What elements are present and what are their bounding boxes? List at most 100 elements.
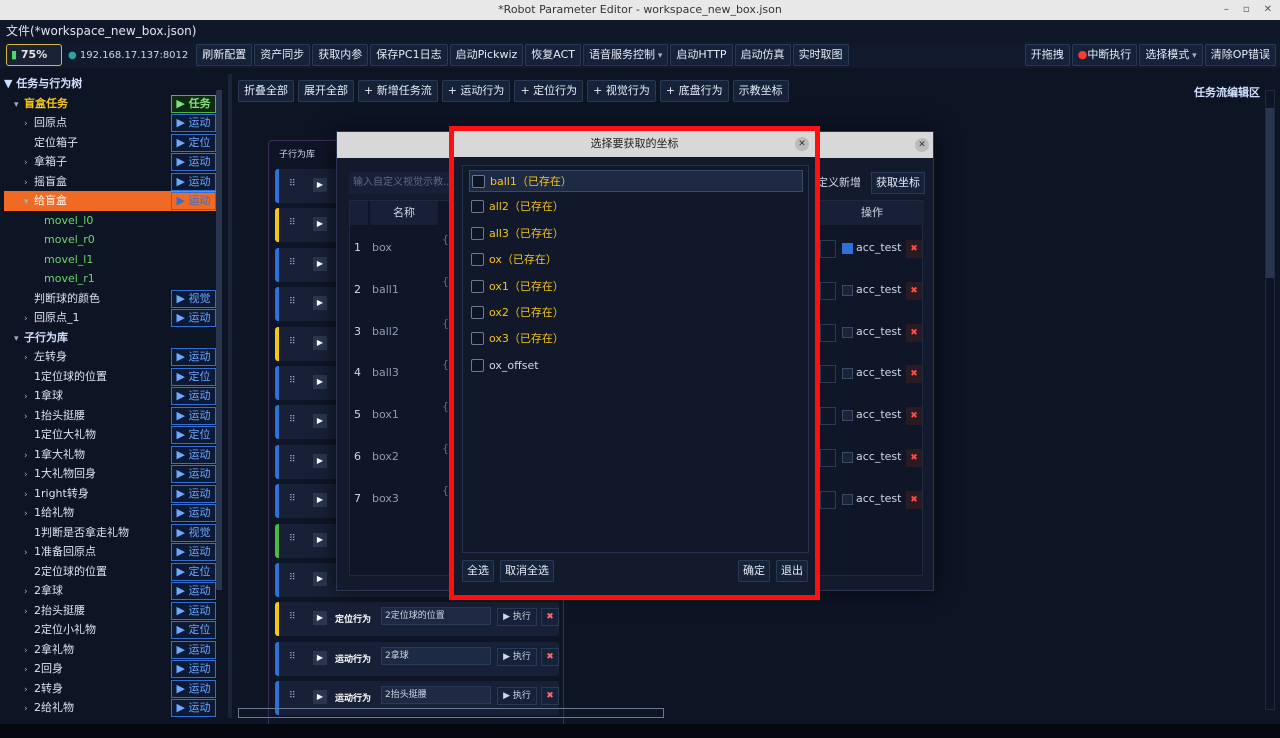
sub-behavior-card[interactable]: ⠿ ▶ 运动行为 2拿球 ▶ 执行 ✖ (275, 641, 559, 676)
deselect-all-button[interactable]: 取消全选 (500, 560, 554, 582)
play-icon[interactable]: ▶ (313, 256, 327, 271)
modal-close-icon[interactable]: ✕ (795, 137, 809, 151)
tree-item[interactable]: 2定位小礼物 ▶ 定位 (4, 620, 216, 640)
row-delete-icon[interactable]: ✖ (906, 365, 922, 384)
tree-item-run-tag[interactable]: ▶ 定位 (171, 133, 216, 152)
save-pc1-log-button[interactable]: 保存PC1日志 (370, 44, 448, 66)
coord-option-checkbox[interactable] (472, 175, 485, 188)
row-op-segment[interactable] (820, 281, 836, 300)
flow-hscroll[interactable] (238, 708, 664, 718)
tree-item-run-tag[interactable]: ▶ 运动 (171, 582, 216, 600)
tree-item[interactable]: › 2回身 ▶ 运动 (4, 659, 216, 679)
tree-item-run-tag[interactable]: ▶ 运动 (171, 406, 216, 425)
play-icon[interactable]: ▶ (313, 296, 327, 311)
start-pickwiz-button[interactable]: 启动Pickwiz (449, 44, 524, 66)
tree-item-run-tag[interactable]: ▶ 运动 (171, 172, 216, 191)
exec-button[interactable]: ▶ 执行 (497, 687, 537, 706)
drag-handle-icon[interactable]: ⠿ (289, 652, 296, 662)
add-locate-button[interactable]: + 定位行为 (514, 80, 584, 102)
tree-item-run-tag[interactable]: ▶ 运动 (171, 114, 216, 132)
coord-option[interactable]: ball1（已存在） (469, 170, 803, 192)
tree-item[interactable]: movel_r1 (4, 269, 216, 289)
tree-item[interactable]: ▾ 盲盒任务 ▶ 任务 (4, 94, 216, 114)
coord-option-checkbox[interactable] (471, 279, 484, 293)
play-icon[interactable]: ▶ (313, 178, 327, 192)
add-chassis-button[interactable]: + 底盘行为 (659, 80, 729, 102)
tree-item-run-tag[interactable]: ▶ 运动 (171, 504, 216, 522)
drag-handle-icon[interactable]: ⠿ (289, 455, 296, 465)
custom-teach-input[interactable]: 输入自定义视觉示教... (349, 172, 453, 194)
delete-icon[interactable]: ✖ (541, 608, 559, 627)
tree-item[interactable]: › 1大礼物回身 ▶ 运动 (4, 464, 216, 484)
tree-item[interactable]: 2定位球的位置 ▶ 定位 (4, 562, 216, 582)
tree-item-run-tag[interactable]: ▶ 运动 (171, 465, 216, 483)
minimize-button[interactable]: – (1224, 0, 1229, 20)
behavior-name-field[interactable]: 2拿球 (381, 646, 491, 665)
drag-handle-icon[interactable]: ⠿ (289, 534, 296, 544)
tree-item-run-tag[interactable]: ▶ 定位 (171, 426, 216, 444)
coord-option[interactable]: ox（已存在） (469, 249, 803, 271)
tree-item[interactable]: › 1准备回原点 ▶ 运动 (4, 542, 216, 562)
file-menu[interactable]: 文件(*workspace_new_box.json) (6, 24, 196, 38)
row-delete-icon[interactable]: ✖ (906, 490, 922, 509)
tree-item[interactable]: › 左转身 ▶ 运动 (4, 347, 216, 367)
exec-button[interactable]: ▶ 执行 (497, 647, 537, 666)
row-checkbox[interactable] (842, 452, 853, 463)
tree-item[interactable]: › 1拿大礼物 ▶ 运动 (4, 445, 216, 465)
tree-item-run-tag[interactable]: ▶ 运动 (171, 445, 216, 464)
tree-item[interactable]: › 1抬头挺腰 ▶ 运动 (4, 406, 216, 426)
teach-dialog-close-icon[interactable]: ✕ (915, 138, 929, 152)
tree-item[interactable]: › 1给礼物 ▶ 运动 (4, 503, 216, 523)
drag-handle-icon[interactable]: ⠿ (289, 691, 296, 701)
get-intrinsics-button[interactable]: 获取内参 (312, 44, 369, 66)
tree-item-run-tag[interactable]: ▶ 任务 (171, 94, 216, 113)
tree-item[interactable]: movel_r0 (4, 230, 216, 250)
live-capture-button[interactable]: 实时取图 (792, 44, 849, 66)
delete-icon[interactable]: ✖ (541, 687, 559, 706)
coord-option[interactable]: ox_offset (469, 355, 803, 377)
row-delete-icon[interactable]: ✖ (906, 281, 922, 300)
coord-option[interactable]: ox1（已存在） (469, 276, 803, 298)
add-task-flow-button[interactable]: + 新增任务流 (358, 80, 438, 102)
coord-option-checkbox[interactable] (471, 358, 484, 372)
tree-item-run-tag[interactable]: ▶ 运动 (171, 601, 216, 620)
tree-item[interactable]: ▾ 子行为库 (4, 328, 216, 348)
tree-item-run-tag[interactable]: ▶ 运动 (171, 192, 216, 210)
restore-act-button[interactable]: 恢复ACT (525, 44, 582, 66)
tree-item[interactable]: › 摇盲盒 ▶ 运动 (4, 172, 216, 192)
row-delete-icon[interactable]: ✖ (906, 407, 922, 426)
tree-item[interactable]: › 1拿球 ▶ 运动 (4, 386, 216, 406)
coord-option[interactable]: all2（已存在） (469, 196, 803, 218)
row-checkbox[interactable] (842, 493, 853, 505)
tree-splitter[interactable] (228, 74, 232, 718)
add-vision-button[interactable]: + 视觉行为 (587, 80, 656, 102)
tree-item[interactable]: 判断球的颜色 ▶ 视觉 (4, 289, 216, 309)
asset-sync-button[interactable]: 资产同步 (254, 44, 311, 66)
row-op-segment[interactable] (820, 240, 836, 258)
delete-icon[interactable]: ✖ (541, 647, 559, 666)
row-checkbox[interactable] (842, 326, 853, 338)
coord-option-checkbox[interactable] (471, 306, 484, 319)
tree-expander-icon[interactable]: › (24, 700, 34, 718)
play-icon[interactable]: ▶ (313, 493, 327, 508)
get-coord-button[interactable]: 获取坐标 (871, 172, 925, 194)
start-sim-button[interactable]: 启动仿真 (734, 44, 791, 66)
tree-item-run-tag[interactable]: ▶ 运动 (171, 348, 216, 366)
confirm-button[interactable]: 确定 (738, 560, 770, 582)
tree-header[interactable]: ▼ 任务与行为树 (4, 74, 216, 94)
drag-handle-icon[interactable]: ⠿ (289, 415, 296, 425)
behavior-name-field[interactable]: 2定位球的位置 (381, 607, 491, 626)
play-icon[interactable]: ▶ (313, 375, 327, 389)
clear-op-error-button[interactable]: 清除OP错误 (1204, 44, 1276, 66)
row-checkbox[interactable] (842, 368, 853, 380)
drag-handle-icon[interactable]: ⠿ (289, 218, 296, 228)
teach-coord-button[interactable]: 示教坐标 (732, 80, 789, 102)
exit-button[interactable]: 退出 (776, 560, 808, 582)
tree-item[interactable]: 定位箱子 ▶ 定位 (4, 133, 216, 153)
start-http-button[interactable]: 启动HTTP (670, 44, 733, 66)
tree-item-run-tag[interactable]: ▶ 运动 (171, 699, 216, 717)
tree-item-run-tag[interactable]: ▶ 视觉 (171, 523, 216, 542)
add-motion-button[interactable]: + 运动行为 (441, 80, 511, 102)
coord-option[interactable]: ox3（已存在） (469, 328, 803, 350)
row-delete-icon[interactable]: ✖ (906, 449, 922, 467)
